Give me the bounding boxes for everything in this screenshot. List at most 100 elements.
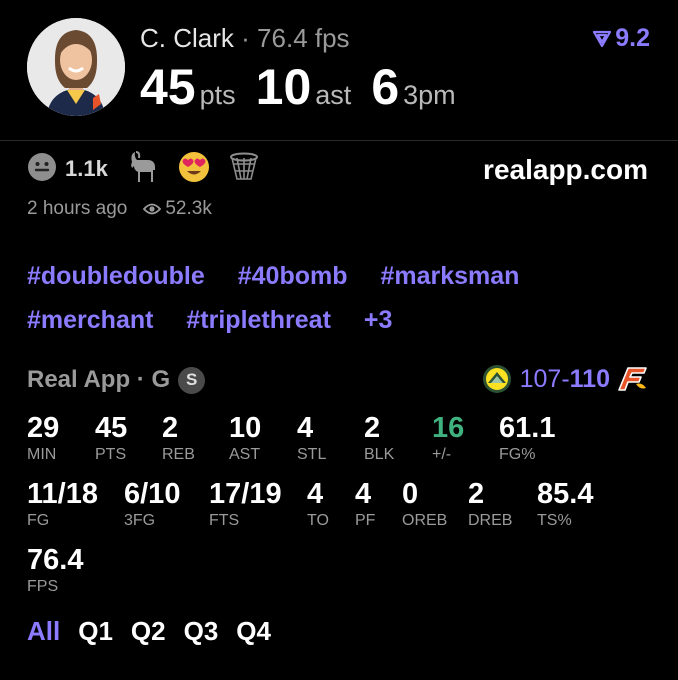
tab-all[interactable]: All (27, 616, 60, 647)
header-divider (0, 140, 678, 141)
stat-value: 11/18 (27, 478, 98, 510)
stat-min: 29 MIN (27, 412, 59, 464)
stat-value: 85.4 (537, 478, 594, 510)
stat-label: FTS (209, 512, 240, 529)
stat-pf: 4 PF (355, 478, 375, 530)
opponent-score: 107 (519, 364, 562, 393)
stat-dreb: 2 DREB (468, 478, 512, 530)
game-badge: S (178, 366, 206, 394)
tag-more-button[interactable]: +3 (364, 298, 393, 342)
stat-label: AST (229, 446, 261, 463)
headline-stat-unit: pts (199, 80, 236, 110)
smiley-icon[interactable] (27, 152, 57, 187)
name-separator: · (241, 23, 250, 53)
view-count: 52.3k (165, 198, 212, 219)
fever-logo-icon (618, 367, 647, 391)
tab-q2[interactable]: Q2 (131, 616, 166, 647)
game-source: Real App · G (27, 366, 171, 393)
tag-doubledouble[interactable]: #doubledouble (27, 254, 205, 298)
stat-stl: 4 STL (297, 412, 326, 464)
tag-merchant[interactable]: #merchant (27, 298, 153, 342)
stat-value: 29 (27, 412, 60, 444)
stat-ast: 10 AST (229, 412, 261, 464)
stat-fps: 76.4 FPS (27, 544, 83, 596)
headline-stat-unit: 3pm (403, 80, 456, 110)
stat-label: FPS (27, 578, 59, 595)
eye-icon (143, 203, 162, 215)
headline-stat-value: 6 (371, 59, 400, 115)
stat-fg-pct: 61.1 FG% (499, 412, 555, 464)
stat-label: BLK (364, 446, 395, 463)
stat-value: 2 (468, 478, 485, 510)
stat-label: TO (307, 512, 329, 529)
team-score: 110 (569, 364, 610, 393)
headline-stat-unit: ast (315, 80, 352, 110)
stat-label: REB (162, 446, 195, 463)
player-name[interactable]: C. Clark (140, 23, 234, 53)
player-photo (27, 18, 125, 116)
views: 52.3k (143, 198, 212, 220)
stat-oreb: 0 OREB (402, 478, 447, 530)
stat-label: TS% (537, 512, 572, 529)
stat-label: 3FG (124, 512, 156, 529)
stat-label: PTS (95, 446, 127, 463)
stat-value: 61.1 (499, 412, 556, 444)
post-time: 2 hours ago (27, 198, 128, 219)
stat-label: DREB (468, 512, 513, 529)
stat-value: 17/19 (209, 478, 282, 510)
fps-value: 76.4 fps (257, 23, 350, 53)
tab-q3[interactable]: Q3 (184, 616, 219, 647)
stat-fts: 17/19 FTS (209, 478, 282, 530)
stat-label: FG (27, 512, 50, 529)
stat-pts: 45 PTS (95, 412, 127, 464)
stat-ts-pct: 85.4 TS% (537, 478, 593, 530)
post-meta: 2 hours ago 52.3k (27, 198, 212, 220)
stat-3fg: 6/10 3FG (124, 478, 180, 530)
reaction-bar: 1.1k (27, 150, 278, 189)
tag-triplethreat[interactable]: #triplethreat (186, 298, 330, 342)
tab-q4[interactable]: Q4 (236, 616, 271, 647)
stat-value: 76.4 (27, 544, 84, 576)
stat-value: 10 (229, 412, 262, 444)
stat-value: 4 (297, 412, 314, 444)
stat-label: PF (355, 512, 376, 529)
stat-label: STL (297, 446, 327, 463)
stat-value: 2 (364, 412, 381, 444)
stat-reb: 2 REB (162, 412, 195, 464)
period-tabs: All Q1 Q2 Q3 Q4 (27, 616, 289, 647)
storm-logo-icon (482, 365, 511, 393)
game-score[interactable]: 107-110 (482, 364, 650, 394)
tab-q1[interactable]: Q1 (78, 616, 113, 647)
stat-value: 4 (307, 478, 324, 510)
reaction-count: 1.1k (65, 156, 108, 181)
stat-value: 2 (162, 412, 179, 444)
headline-stats: 45 pts 10 ast 6 3pm (140, 58, 476, 116)
stat-value: 16 (432, 412, 465, 444)
stat-value: 6/10 (124, 478, 181, 510)
stat-label: FG% (499, 446, 536, 463)
stat-value: 45 (95, 412, 128, 444)
stat-value: 0 (402, 478, 419, 510)
stat-label: OREB (402, 512, 448, 529)
stat-blk: 2 BLK (364, 412, 394, 464)
tag-40bomb[interactable]: #40bomb (238, 254, 348, 298)
rating[interactable]: 9.2 (592, 24, 650, 53)
heart-eyes-icon[interactable] (178, 151, 210, 188)
stat-to: 4 TO (307, 478, 329, 530)
player-avatar[interactable] (27, 18, 125, 116)
stat-label: MIN (27, 446, 57, 463)
score-separator: - (561, 364, 570, 393)
stat-label: +/- (432, 446, 452, 463)
headline-stat-value: 45 (140, 59, 196, 115)
tag-marksman[interactable]: #marksman (380, 254, 519, 298)
site-link[interactable]: realapp.com (483, 154, 648, 186)
player-name-line: C. Clark · 76.4 fps (140, 23, 350, 54)
stat-fg: 11/18 FG (27, 478, 98, 530)
goat-icon[interactable] (126, 150, 160, 189)
tag-list: #doubledouble #40bomb #marksman #merchan… (27, 254, 657, 342)
rating-value: 9.2 (615, 24, 650, 52)
game-label: Real App · G S (27, 366, 206, 394)
stat-value: 4 (355, 478, 372, 510)
rating-logo-icon (593, 30, 612, 48)
basketball-hoop-icon[interactable] (228, 151, 260, 188)
